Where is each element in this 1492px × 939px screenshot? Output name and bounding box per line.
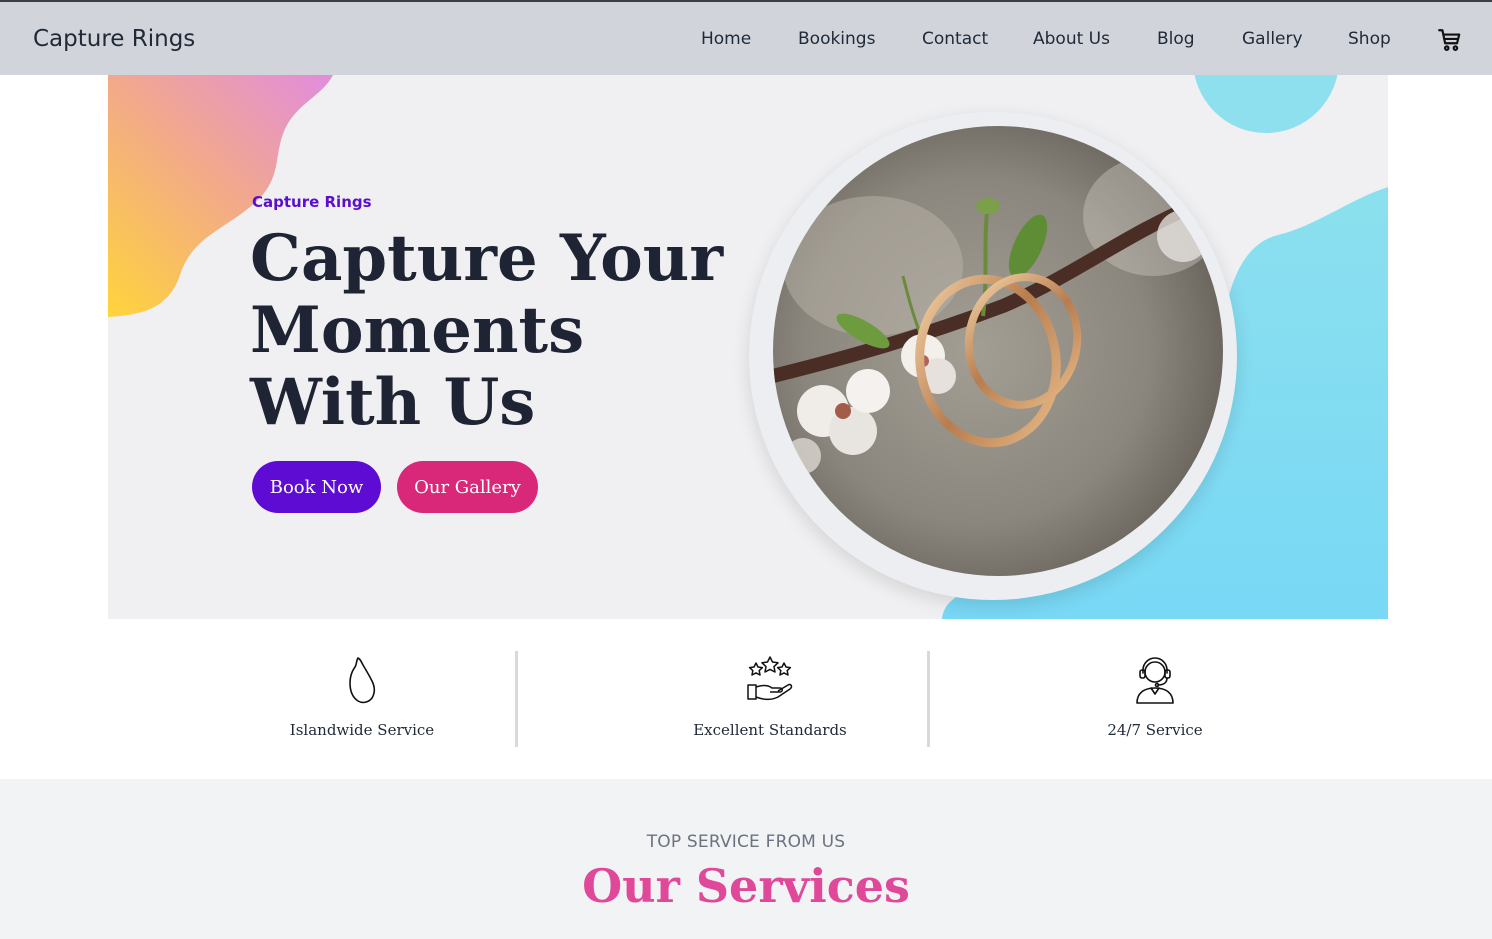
navbar: Capture Rings Home Bookings Contact Abou… <box>0 0 1492 75</box>
nav-blog[interactable]: Blog <box>1157 29 1195 49</box>
book-now-button[interactable]: Book Now <box>252 461 381 513</box>
features-strip: Islandwide Service Excellent Standards 2… <box>0 619 1492 779</box>
feature-islandwide: Islandwide Service <box>242 619 482 779</box>
nav-shop[interactable]: Shop <box>1348 29 1391 49</box>
support-agent-icon <box>1131 655 1179 705</box>
nav-bookings[interactable]: Bookings <box>798 29 875 49</box>
divider <box>515 651 518 747</box>
nav-gallery[interactable]: Gallery <box>1242 29 1303 49</box>
feature-label-islandwide: Islandwide Service <box>289 721 435 739</box>
cart-icon[interactable] <box>1437 27 1463 53</box>
hero-eyebrow: Capture Rings <box>252 193 372 211</box>
feature-standards: Excellent Standards <box>650 619 890 779</box>
divider <box>927 651 930 747</box>
nav-about-us[interactable]: About Us <box>1033 29 1110 49</box>
services-section: TOP SERVICE FROM US Our Services <box>0 779 1492 939</box>
stars-hand-icon <box>746 655 794 705</box>
hero-headline: Capture Your Moments With Us <box>250 221 724 440</box>
services-title: Our Services <box>582 859 910 913</box>
hero-rings-photo <box>773 126 1223 576</box>
sri-lanka-map-icon <box>342 655 382 705</box>
hero-section: Capture Rings Capture Your Moments With … <box>108 75 1388 619</box>
services-subtitle: TOP SERVICE FROM US <box>646 832 846 852</box>
our-gallery-button[interactable]: Our Gallery <box>397 461 538 513</box>
feature-label-standards: Excellent Standards <box>693 721 847 739</box>
brand-logo[interactable]: Capture Rings <box>33 26 195 52</box>
feature-label-247: 24/7 Service <box>1107 721 1203 739</box>
nav-contact[interactable]: Contact <box>922 29 988 49</box>
nav-home[interactable]: Home <box>701 29 751 49</box>
feature-247: 24/7 Service <box>1035 619 1275 779</box>
